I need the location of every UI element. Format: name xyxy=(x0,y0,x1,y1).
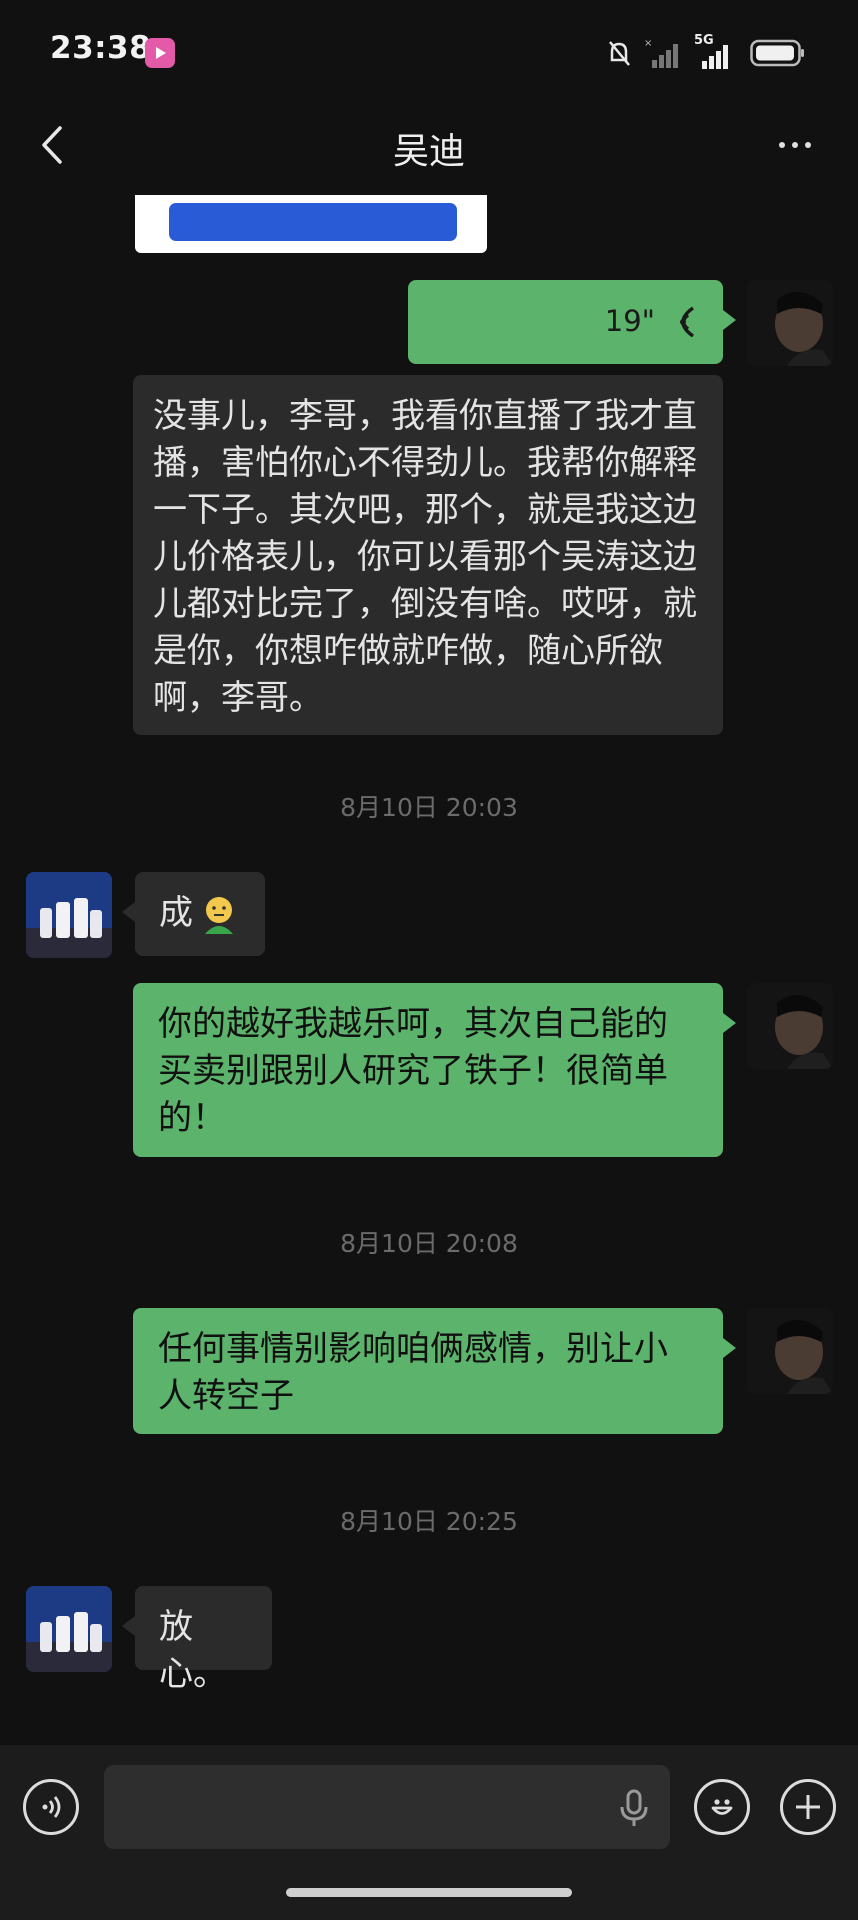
peer-avatar[interactable] xyxy=(26,872,112,958)
timestamp: 8月10日 20:03 xyxy=(340,793,518,822)
peer-avatar[interactable] xyxy=(26,1586,112,1672)
message-input[interactable] xyxy=(104,1765,670,1849)
voice-message-bubble[interactable]: 19" xyxy=(408,280,736,364)
chat-title: 吴迪 xyxy=(392,131,465,172)
message-text: 成 xyxy=(159,893,193,933)
my-avatar[interactable] xyxy=(747,983,833,1069)
voice-mode-button[interactable] xyxy=(23,1779,79,1835)
plus-icon xyxy=(796,1795,820,1819)
plus-button[interactable] xyxy=(780,1779,836,1835)
emoji-thinking-icon xyxy=(205,897,233,934)
my-message[interactable]: 任何事情别影响咱俩感情，别让小人转空子 xyxy=(133,1308,736,1434)
message-text: 任何事情别影响咱俩感情，别让小人转空子 xyxy=(158,1329,668,1416)
message-text: 你的越好我越乐呵，其次自己能的买卖别跟别人研究了铁子！很简单的！ xyxy=(158,1004,668,1138)
timestamp: 8月10日 20:25 xyxy=(340,1507,518,1536)
timestamp: 8月10日 20:08 xyxy=(340,1229,518,1258)
my-avatar[interactable] xyxy=(747,280,833,366)
emoji-button[interactable] xyxy=(694,1779,750,1835)
my-avatar[interactable] xyxy=(747,1308,833,1394)
peer-message-short[interactable]: 放心。 xyxy=(122,1586,272,1694)
battery-icon xyxy=(750,39,804,67)
signal-5g-icon: 5G xyxy=(694,33,740,73)
more-icon-dot xyxy=(779,142,785,148)
more-icon-dot xyxy=(805,142,811,148)
shared-card[interactable] xyxy=(135,195,487,253)
emoji-icon xyxy=(711,1799,733,1815)
video-app-icon xyxy=(145,38,175,68)
my-message[interactable]: 你的越好我越乐呵，其次自己能的买卖别跟别人研究了铁子！很简单的！ xyxy=(133,983,736,1157)
voice-mode-icon xyxy=(42,1796,61,1818)
svg-text:×: × xyxy=(644,38,652,49)
status-time: 23:38 xyxy=(50,30,152,66)
card-button[interactable] xyxy=(169,203,457,241)
message-text: 没事儿，李哥，我看你直播了我才直播，害怕你心不得劲儿。我帮你解释一下子。其次吧，… xyxy=(153,396,697,718)
more-button[interactable] xyxy=(770,130,820,160)
message-text: 放心。 xyxy=(159,1607,227,1694)
peer-message-short[interactable]: 成 xyxy=(122,872,265,956)
home-indicator[interactable] xyxy=(286,1888,572,1897)
more-icon-dot xyxy=(792,142,798,148)
mic-icon[interactable] xyxy=(616,1788,652,1828)
peer-message-long[interactable]: 没事儿，李哥，我看你直播了我才直播，害怕你心不得劲儿。我帮你解释一下子。其次吧，… xyxy=(133,375,723,735)
mute-bell-icon xyxy=(609,41,630,66)
status-indicators: × 5G xyxy=(604,30,806,76)
signal-sim2-icon: × xyxy=(644,38,678,68)
voice-wave-icon xyxy=(680,306,695,338)
voice-duration: 19" xyxy=(604,304,655,338)
